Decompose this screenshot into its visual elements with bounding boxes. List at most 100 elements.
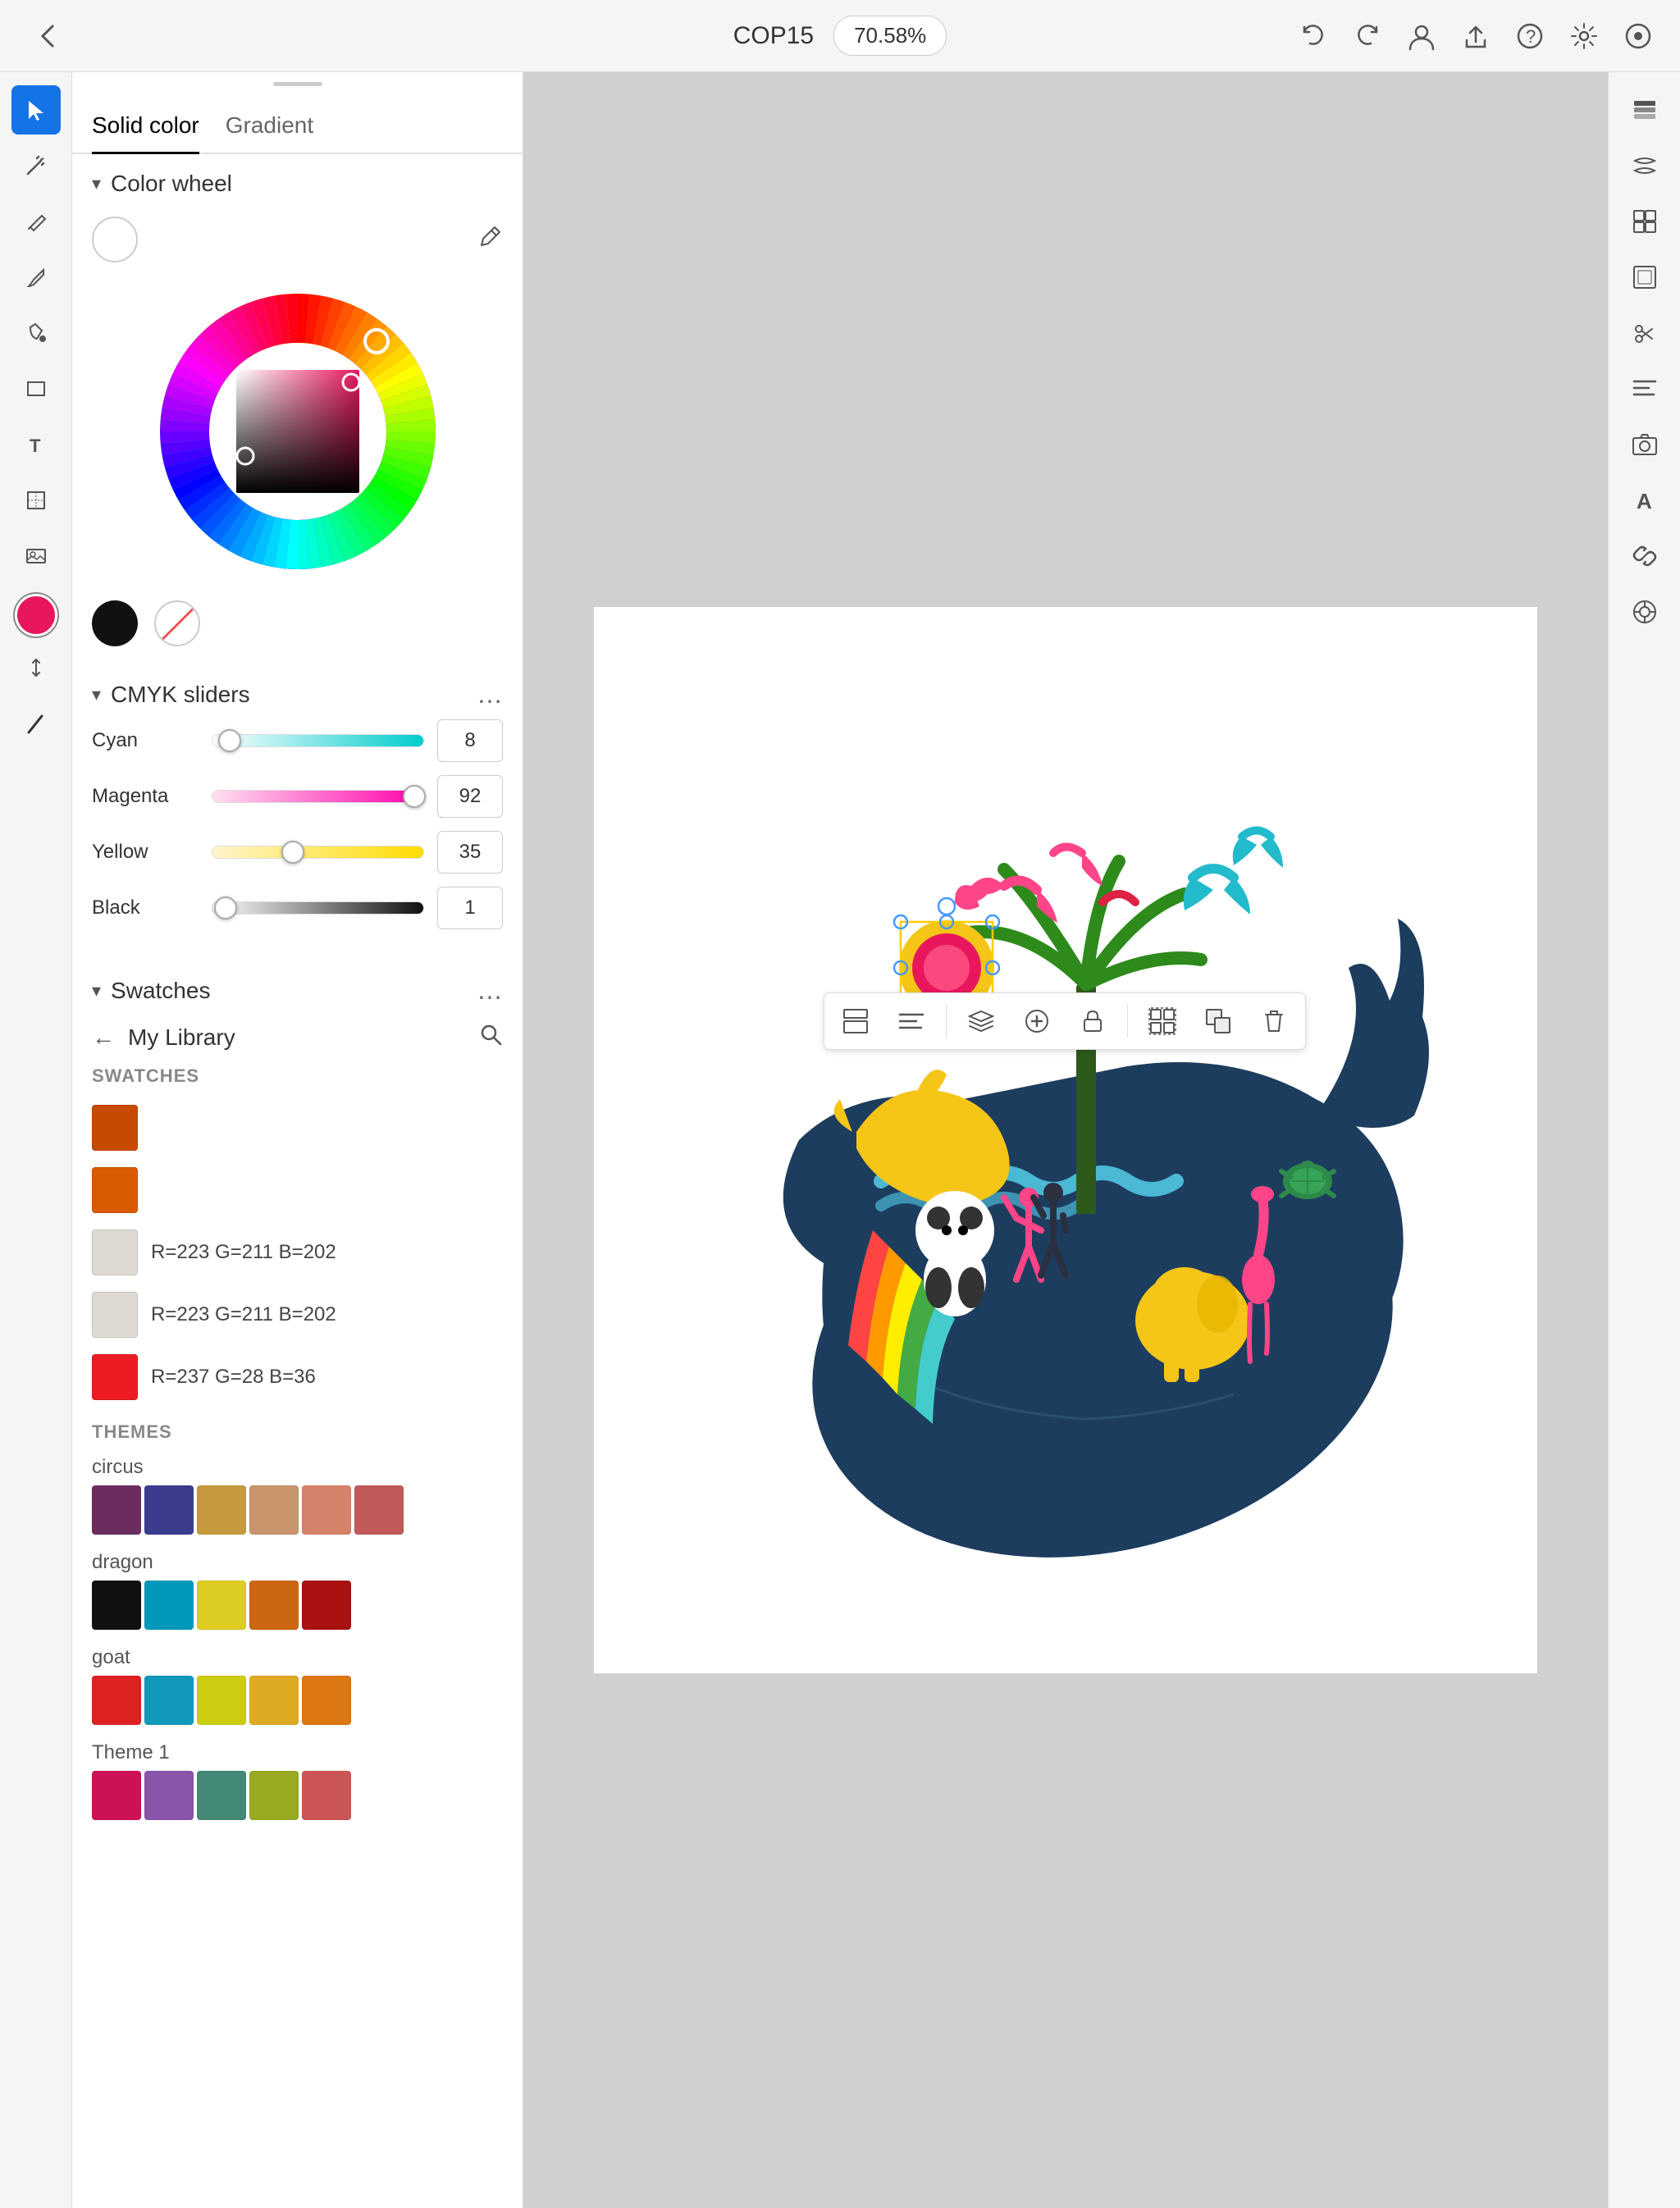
swatches-back-button[interactable]: ← — [92, 1024, 115, 1051]
swatch-label-4: R=223 G=211 B=202 — [151, 1303, 336, 1326]
ft-divider-1 — [946, 1005, 947, 1038]
color-picker-active[interactable] — [15, 594, 57, 636]
circus-color-6[interactable] — [354, 1485, 404, 1535]
black-thumb[interactable] — [214, 896, 237, 919]
cyan-value[interactable]: 8 — [437, 719, 503, 762]
dragon-color-1[interactable] — [92, 1581, 141, 1630]
brush-tool[interactable] — [11, 253, 61, 302]
settings-button[interactable] — [1568, 18, 1600, 54]
circus-color-2[interactable] — [144, 1485, 194, 1535]
arrange-tool[interactable] — [11, 643, 61, 692]
swatch-item-4[interactable]: R=223 G=211 B=202 — [92, 1284, 503, 1346]
properties-panel-button[interactable] — [1620, 197, 1669, 246]
cmyk-section-header: ▾ CMYK sliders … — [72, 663, 523, 719]
theme1-color-2[interactable] — [144, 1771, 194, 1820]
black-value[interactable]: 1 — [437, 887, 503, 929]
magenta-thumb[interactable] — [403, 785, 426, 808]
camera-panel-button[interactable] — [1620, 420, 1669, 469]
help-button[interactable]: ? — [1514, 18, 1545, 54]
eyedropper-tool[interactable] — [477, 224, 503, 256]
cmyk-more-button[interactable]: … — [477, 679, 503, 709]
yellow-thumb[interactable] — [281, 841, 304, 864]
goat-color-5[interactable] — [302, 1676, 351, 1725]
fill-tool[interactable] — [11, 308, 61, 358]
ft-arrange-button[interactable] — [1197, 1000, 1239, 1042]
color-wheel-svg[interactable] — [142, 276, 454, 587]
ft-align-button[interactable] — [890, 1000, 933, 1042]
black-track-container[interactable] — [212, 896, 424, 919]
tab-gradient[interactable]: Gradient — [226, 112, 313, 154]
link-panel-button[interactable] — [1620, 531, 1669, 581]
theme1-color-1[interactable] — [92, 1771, 141, 1820]
tab-solid-color[interactable]: Solid color — [92, 112, 199, 154]
goat-color-4[interactable] — [249, 1676, 299, 1725]
yellow-value[interactable]: 35 — [437, 831, 503, 874]
symbols-panel-button[interactable] — [1620, 587, 1669, 636]
layers-icon[interactable] — [1623, 18, 1654, 54]
swatch-item-2[interactable] — [92, 1159, 503, 1221]
ft-add-button[interactable] — [1016, 1000, 1058, 1042]
text-tool[interactable]: T — [11, 420, 61, 469]
magenta-track-container[interactable] — [212, 785, 424, 808]
yellow-track-container[interactable] — [212, 841, 424, 864]
stroke-tool[interactable] — [11, 699, 61, 748]
magenta-value[interactable]: 92 — [437, 775, 503, 818]
swatch-item-1[interactable] — [92, 1097, 503, 1159]
circus-color-4[interactable] — [249, 1485, 299, 1535]
scissors-tool[interactable] — [1620, 308, 1669, 358]
rectangle-tool[interactable] — [11, 364, 61, 413]
user-icon[interactable] — [1406, 18, 1437, 54]
cyan-thumb[interactable] — [218, 729, 241, 752]
dragon-color-5[interactable] — [302, 1581, 351, 1630]
current-color[interactable] — [92, 600, 138, 646]
top-bar-left — [26, 15, 190, 57]
theme1-color-4[interactable] — [249, 1771, 299, 1820]
canvas-surface[interactable] — [594, 607, 1537, 1673]
pen-tool[interactable] — [11, 197, 61, 246]
fx-panel-button[interactable] — [1620, 141, 1669, 190]
image-tool[interactable] — [11, 531, 61, 581]
goat-color-1[interactable] — [92, 1676, 141, 1725]
circus-color-3[interactable] — [197, 1485, 246, 1535]
ft-lock-button[interactable] — [1071, 1000, 1114, 1042]
dragon-color-3[interactable] — [197, 1581, 246, 1630]
swatches-more-button[interactable]: … — [477, 975, 503, 1006]
align-panel-button[interactable] — [1620, 364, 1669, 413]
zoom-level[interactable]: 70.58% — [833, 16, 947, 56]
swatches-search-button[interactable] — [478, 1022, 503, 1052]
theme1-color-3[interactable] — [197, 1771, 246, 1820]
transform-tool[interactable] — [11, 476, 61, 525]
ft-group-button[interactable] — [1141, 1000, 1184, 1042]
undo-button[interactable] — [1298, 18, 1329, 54]
selection-panel-button[interactable] — [1620, 253, 1669, 302]
ft-delete-button[interactable] — [1253, 1000, 1295, 1042]
ft-layers-button[interactable] — [960, 1000, 1002, 1042]
layers-panel-button[interactable] — [1620, 85, 1669, 135]
swatch-item-5[interactable]: R=237 G=28 B=36 — [92, 1346, 503, 1408]
magic-wand-tool[interactable] — [11, 141, 61, 190]
redo-button[interactable] — [1352, 18, 1383, 54]
circus-color-1[interactable] — [92, 1485, 141, 1535]
swatch-item-3[interactable]: R=223 G=211 B=202 — [92, 1221, 503, 1284]
color-wheel[interactable] — [142, 276, 454, 587]
share-button[interactable] — [1460, 18, 1491, 54]
cyan-track-container[interactable] — [212, 729, 424, 752]
no-color[interactable] — [154, 600, 200, 646]
circus-color-5[interactable] — [302, 1485, 351, 1535]
goat-color-3[interactable] — [197, 1676, 246, 1725]
ft-layout-button[interactable] — [834, 1000, 877, 1042]
cmyk-chevron[interactable]: ▾ — [92, 684, 101, 705]
color-preview[interactable] — [92, 217, 138, 262]
dragon-color-2[interactable] — [144, 1581, 194, 1630]
type-panel-button[interactable]: A — [1620, 476, 1669, 525]
select-tool[interactable] — [11, 85, 61, 135]
back-button[interactable] — [26, 15, 69, 57]
dragon-color-4[interactable] — [249, 1581, 299, 1630]
color-wheel-chevron[interactable]: ▾ — [92, 173, 101, 194]
goat-color-2[interactable] — [144, 1676, 194, 1725]
theme1-color-5[interactable] — [302, 1771, 351, 1820]
canvas-area[interactable] — [523, 72, 1608, 2208]
theme-dragon: dragon — [92, 1551, 503, 1630]
top-bar: COP15 70.58% — [0, 0, 1680, 72]
swatches-chevron[interactable]: ▾ — [92, 980, 101, 1001]
